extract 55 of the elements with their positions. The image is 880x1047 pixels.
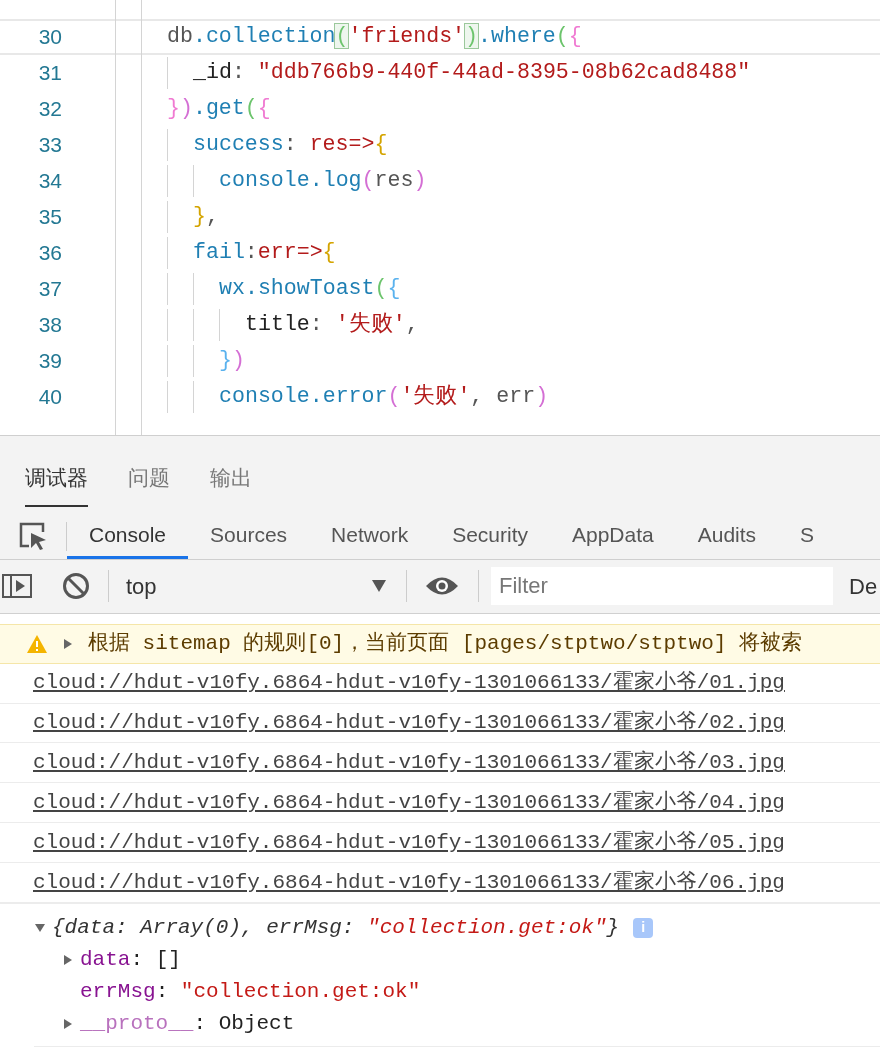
code-line: success: res=>{ <box>193 134 388 156</box>
devtools-tab[interactable]: S <box>778 513 837 559</box>
warning-icon <box>26 633 48 654</box>
collapse-triangle-icon[interactable] <box>34 921 46 934</box>
line-number: 36 <box>37 240 62 267</box>
devtools-tab[interactable]: Sources <box>188 513 310 559</box>
line-number: 38 <box>37 312 62 339</box>
code-line: title: '失败', <box>245 314 419 336</box>
file-link[interactable]: cloud://hdut-v10fy.6864-hdut-v10fy-1301066133/霍家小爷/05.jpg <box>33 826 785 859</box>
file-link[interactable]: cloud://hdut-v10fy.6864-hdut-v10fy-1301066133/霍家小爷/04.jpg <box>33 787 785 819</box>
panel-tab[interactable]: 问题 <box>128 442 170 507</box>
code-line: _id: "ddb766b9-440f-44ad-8395-08b62cad8488" <box>193 62 751 84</box>
code-line: db.collection('friends').where({ <box>167 26 582 48</box>
inspect-icon[interactable] <box>18 521 48 552</box>
context-select[interactable]: top <box>126 569 386 603</box>
file-link[interactable]: cloud://hdut-v10fy.6864-hdut-v10fy-1301066133/霍家小爷/03.jpg <box>33 747 785 779</box>
dropdown-caret-icon <box>372 580 386 593</box>
warning-message: 根据 sitemap 的规则[0]，当前页面 [pages/stptwo/stptwo] 将被索 <box>88 630 803 657</box>
expand-triangle-icon[interactable] <box>62 1017 74 1030</box>
line-number: 39 <box>37 348 62 375</box>
expand-triangle-icon[interactable] <box>62 637 74 650</box>
panel-tab[interactable]: 输出 <box>210 442 252 507</box>
devtools-tab[interactable]: AppData <box>550 513 676 559</box>
code-line: console.log(res) <box>219 170 427 192</box>
code-line: fail:err=>{ <box>193 242 336 264</box>
line-number: 32 <box>37 96 62 123</box>
property-row-text: errMsg: "collection.get:ok" <box>80 979 421 1006</box>
code-line: console.error('失败', err) <box>219 386 549 408</box>
filter-field[interactable]: Filter <box>491 567 833 606</box>
property-row[interactable]: data: [] <box>80 944 181 976</box>
sidebar-toggle-icon[interactable] <box>2 574 34 599</box>
line-number: 30 <box>37 24 62 51</box>
line-number: 40 <box>37 384 62 411</box>
clear-icon[interactable] <box>62 572 90 601</box>
code-line: }) <box>219 350 245 372</box>
code-line: }, <box>193 206 219 228</box>
levels-label[interactable]: De <box>849 569 878 603</box>
file-link[interactable]: cloud://hdut-v10fy.6864-hdut-v10fy-1301066133/霍家小爷/06.jpg <box>33 866 785 899</box>
line-number: 31 <box>37 60 62 87</box>
file-link[interactable]: cloud://hdut-v10fy.6864-hdut-v10fy-1301066133/霍家小爷/02.jpg <box>33 707 785 739</box>
file-link[interactable]: cloud://hdut-v10fy.6864-hdut-v10fy-1301066133/霍家小爷/01.jpg <box>33 667 785 699</box>
expand-triangle-icon[interactable] <box>62 953 74 966</box>
line-number: 34 <box>37 168 62 195</box>
code-line: }).get({ <box>167 98 271 120</box>
line-number: 35 <box>37 204 62 231</box>
devtools-tab[interactable]: Network <box>309 513 431 559</box>
property-row[interactable]: __proto__: Object <box>80 1008 295 1040</box>
object-summary[interactable]: {data: Array(0), errMsg: "collection.get:ok"} <box>52 912 620 944</box>
line-number: 33 <box>37 132 62 159</box>
panel-tab[interactable]: 调试器 <box>25 442 88 507</box>
code-line: wx.showToast({ <box>219 278 401 300</box>
devtools-tab[interactable]: Audits <box>675 513 779 559</box>
devtools-tab[interactable]: Security <box>430 513 550 559</box>
line-number: 37 <box>37 276 62 303</box>
info-badge: i <box>633 917 654 938</box>
